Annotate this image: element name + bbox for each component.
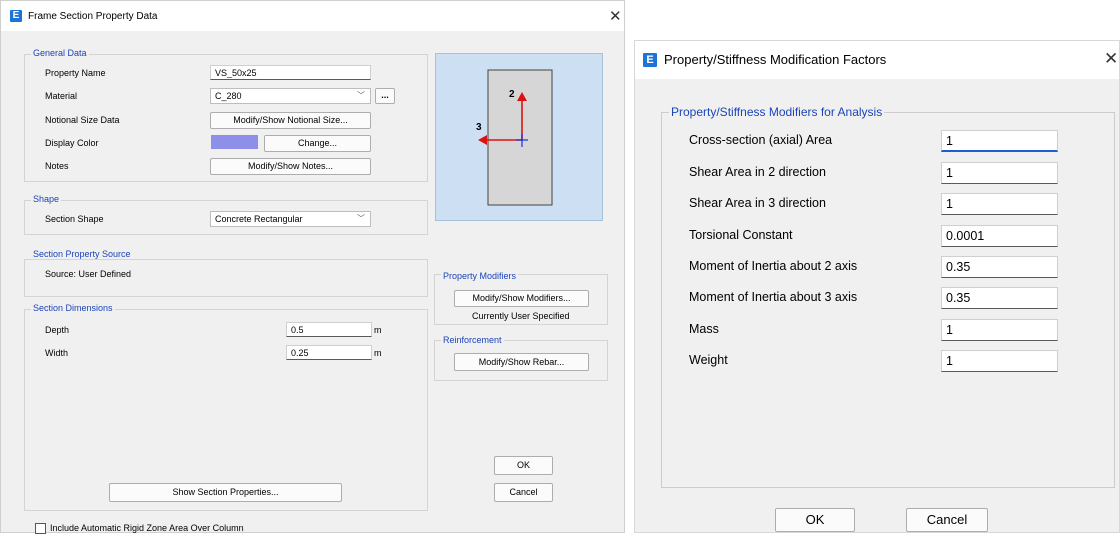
row-label-axial-area: Cross-section (axial) Area — [689, 133, 833, 147]
ok-button[interactable]: OK — [775, 508, 855, 532]
property-source-title: Section Property Source — [31, 249, 133, 259]
display-color-label: Display Color — [45, 138, 99, 148]
material-more-button[interactable]: ... — [375, 88, 395, 104]
shear-area-2-input[interactable] — [941, 162, 1058, 184]
modifiers-status: Currently User Specified — [472, 311, 570, 321]
axis-3-label: 3 — [476, 122, 482, 133]
axial-area-input[interactable] — [941, 130, 1058, 152]
material-label: Material — [45, 91, 78, 101]
chevron-down-icon: ﹀ — [357, 214, 365, 223]
ok-button[interactable]: OK — [494, 456, 553, 475]
dialog-title: Property/Stiffness Modification Factors — [664, 52, 887, 67]
width-label: Width — [45, 348, 69, 358]
etabs-app-icon: E — [643, 53, 657, 67]
etabs-app-icon: E — [10, 10, 22, 22]
shape-title: Shape — [31, 194, 62, 204]
title-bar: E Property/Stiffness Modification Factor… — [635, 41, 1119, 79]
modify-modifiers-button[interactable]: Modify/Show Modifiers... — [454, 290, 589, 307]
notional-size-label: Notional Size Data — [45, 115, 120, 125]
axis-3-arrowhead — [478, 135, 487, 145]
section-shape-label: Section Shape — [45, 214, 104, 224]
notes-button[interactable]: Modify/Show Notes... — [210, 158, 371, 175]
width-unit: m — [374, 348, 382, 358]
show-section-properties-button[interactable]: Show Section Properties... — [109, 483, 342, 502]
material-select[interactable]: C_280 ﹀ — [210, 88, 371, 104]
notional-size-button[interactable]: Modify/Show Notional Size... — [210, 112, 371, 129]
rigid-zone-label: Include Automatic Rigid Zone Area Over C… — [50, 523, 244, 533]
section-dimensions-group — [24, 309, 428, 511]
source-text: Source: User Defined — [45, 269, 132, 279]
row-label-inertia-2: Moment of Inertia about 2 axis — [689, 259, 858, 273]
section-preview: 2 3 — [435, 53, 603, 221]
chevron-down-icon: ﹀ — [357, 91, 365, 100]
width-input[interactable] — [286, 345, 372, 360]
dialog-title: Frame Section Property Data — [28, 11, 158, 22]
cancel-button[interactable]: Cancel — [494, 483, 553, 502]
property-modifiers-title: Property Modifiers — [441, 271, 519, 281]
material-value: C_280 — [215, 91, 242, 101]
close-icon[interactable]: ✕ — [1104, 49, 1118, 69]
row-label-shear-area-3: Shear Area in 3 direction — [689, 196, 826, 210]
concrete-rectangle — [487, 69, 553, 206]
modification-factors-dialog: E Property/Stiffness Modification Factor… — [634, 40, 1120, 533]
section-dimensions-title: Section Dimensions — [31, 303, 115, 313]
depth-label: Depth — [45, 325, 70, 335]
modifiers-group-title: Property/Stiffness Modifiers for Analysi… — [669, 105, 885, 119]
rigid-zone-checkbox[interactable] — [35, 523, 46, 534]
row-label-inertia-3: Moment of Inertia about 3 axis — [689, 290, 858, 304]
reinforcement-title: Reinforcement — [441, 335, 504, 345]
change-color-button[interactable]: Change... — [264, 135, 371, 152]
frame-section-dialog: E Frame Section Property Data ✕ General … — [0, 0, 625, 534]
section-preview-drawing — [478, 69, 553, 206]
row-label-torsional-constant: Torsional Constant — [689, 228, 793, 242]
section-shape-select[interactable]: Concrete Rectangular ﹀ — [210, 211, 371, 227]
row-label-weight: Weight — [689, 353, 728, 367]
property-name-input[interactable] — [210, 65, 371, 80]
general-data-title: General Data — [31, 48, 89, 58]
row-label-shear-area-2: Shear Area in 2 direction — [689, 165, 826, 179]
depth-unit: m — [374, 325, 382, 335]
torsional-constant-input[interactable] — [941, 225, 1058, 247]
title-bar: E Frame Section Property Data ✕ — [1, 1, 624, 31]
weight-input[interactable] — [941, 350, 1058, 372]
display-color-swatch — [211, 135, 258, 149]
axis-2-label: 2 — [509, 89, 515, 100]
inertia-2-input[interactable] — [941, 256, 1058, 278]
row-label-mass: Mass — [689, 322, 719, 336]
inertia-3-input[interactable] — [941, 287, 1058, 309]
property-name-label: Property Name — [45, 68, 106, 78]
close-icon[interactable]: ✕ — [609, 7, 622, 25]
section-shape-value: Concrete Rectangular — [215, 214, 303, 224]
modify-rebar-button[interactable]: Modify/Show Rebar... — [454, 353, 589, 371]
depth-input[interactable] — [286, 322, 372, 337]
cancel-button[interactable]: Cancel — [906, 508, 988, 532]
shear-area-3-input[interactable] — [941, 193, 1058, 215]
mass-input[interactable] — [941, 319, 1058, 341]
notes-label: Notes — [45, 161, 69, 171]
